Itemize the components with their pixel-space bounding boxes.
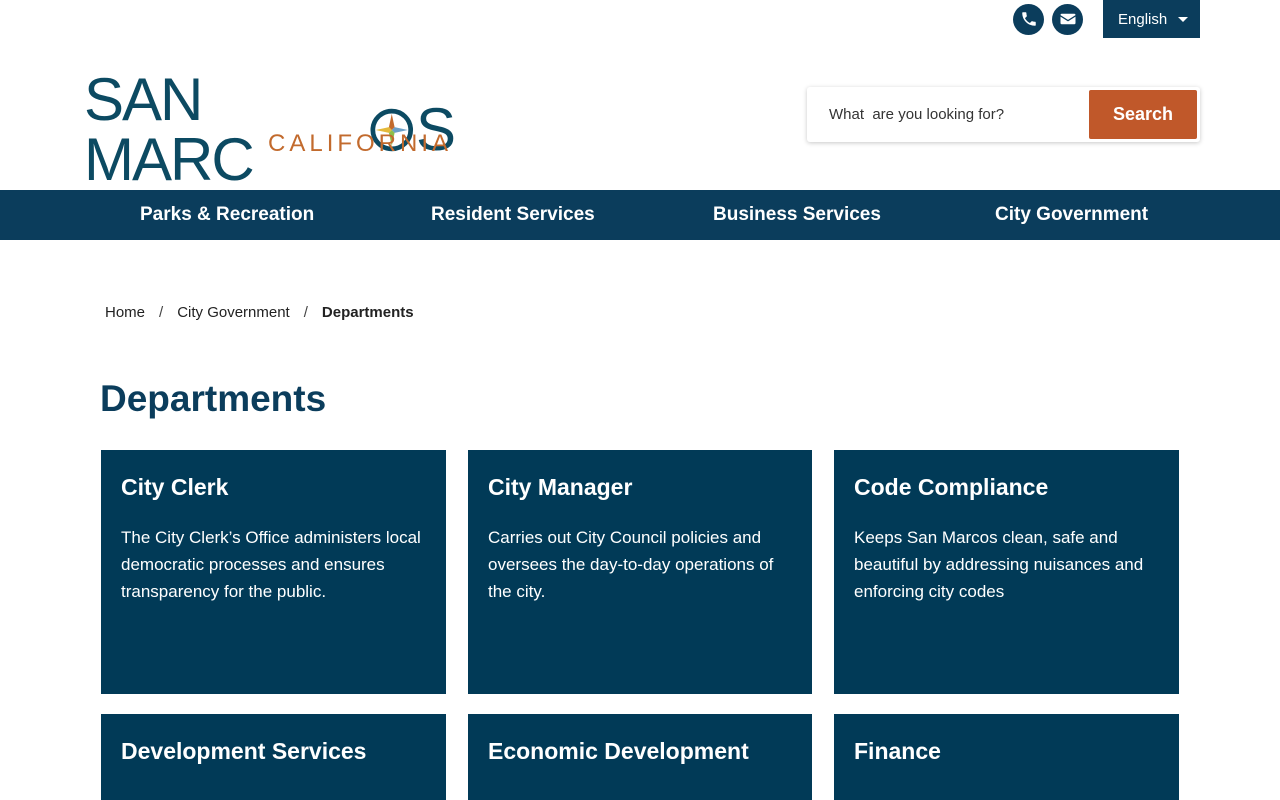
main-nav: Parks & Recreation Resident Services Bus… xyxy=(0,190,1280,240)
card-title: City Manager xyxy=(488,474,633,500)
search-input[interactable] xyxy=(807,87,1089,142)
caret-down-icon xyxy=(1178,16,1188,22)
card-finance[interactable]: Finance xyxy=(834,714,1179,800)
page-title: Departments xyxy=(100,378,327,419)
site-logo[interactable]: SAN MARC S CALIFORNIA xyxy=(84,70,456,190)
card-description: The City Clerk’s Office administers loca… xyxy=(121,528,421,601)
phone-icon[interactable] xyxy=(1013,3,1044,35)
nav-item-parks-recreation[interactable]: Parks & Recreation xyxy=(140,190,314,240)
card-city-clerk[interactable]: City Clerk The City Clerk’s Office admin… xyxy=(101,450,446,694)
breadcrumb-city-government[interactable]: City Government xyxy=(177,304,290,321)
breadcrumb-separator: / xyxy=(159,304,164,321)
envelope-icon[interactable] xyxy=(1052,3,1083,35)
nav-item-business-services[interactable]: Business Services xyxy=(713,190,881,240)
card-title: Development Services xyxy=(121,738,367,764)
card-title: Economic Development xyxy=(488,738,749,764)
language-label: English xyxy=(1118,10,1168,28)
card-city-manager[interactable]: City Manager Carries out City Council po… xyxy=(468,450,812,694)
breadcrumb-separator: / xyxy=(303,304,308,321)
breadcrumb: Home / City Government / Departments xyxy=(105,304,414,321)
search-bar: Search xyxy=(807,87,1200,142)
card-description: Carries out City Council policies and ov… xyxy=(488,528,774,601)
breadcrumb-current: Departments xyxy=(321,304,414,321)
card-title: City Clerk xyxy=(121,474,229,500)
card-code-compliance[interactable]: Code Compliance Keeps San Marcos clean, … xyxy=(834,450,1179,694)
card-description: Keeps San Marcos clean, safe and beautif… xyxy=(854,528,1144,601)
card-economic-development[interactable]: Economic Development xyxy=(468,714,812,800)
nav-item-city-government[interactable]: City Government xyxy=(995,190,1148,240)
card-title: Code Compliance xyxy=(854,474,1049,500)
card-development-services[interactable]: Development Services xyxy=(101,714,446,800)
logo-subtitle: CALIFORNIA xyxy=(268,130,453,157)
nav-item-resident-services[interactable]: Resident Services xyxy=(431,190,595,240)
search-button[interactable]: Search xyxy=(1089,90,1197,139)
language-selector[interactable]: English xyxy=(1103,0,1200,38)
utility-bar: English xyxy=(1013,0,1200,38)
breadcrumb-home[interactable]: Home xyxy=(105,304,145,321)
card-title: Finance xyxy=(854,738,941,764)
